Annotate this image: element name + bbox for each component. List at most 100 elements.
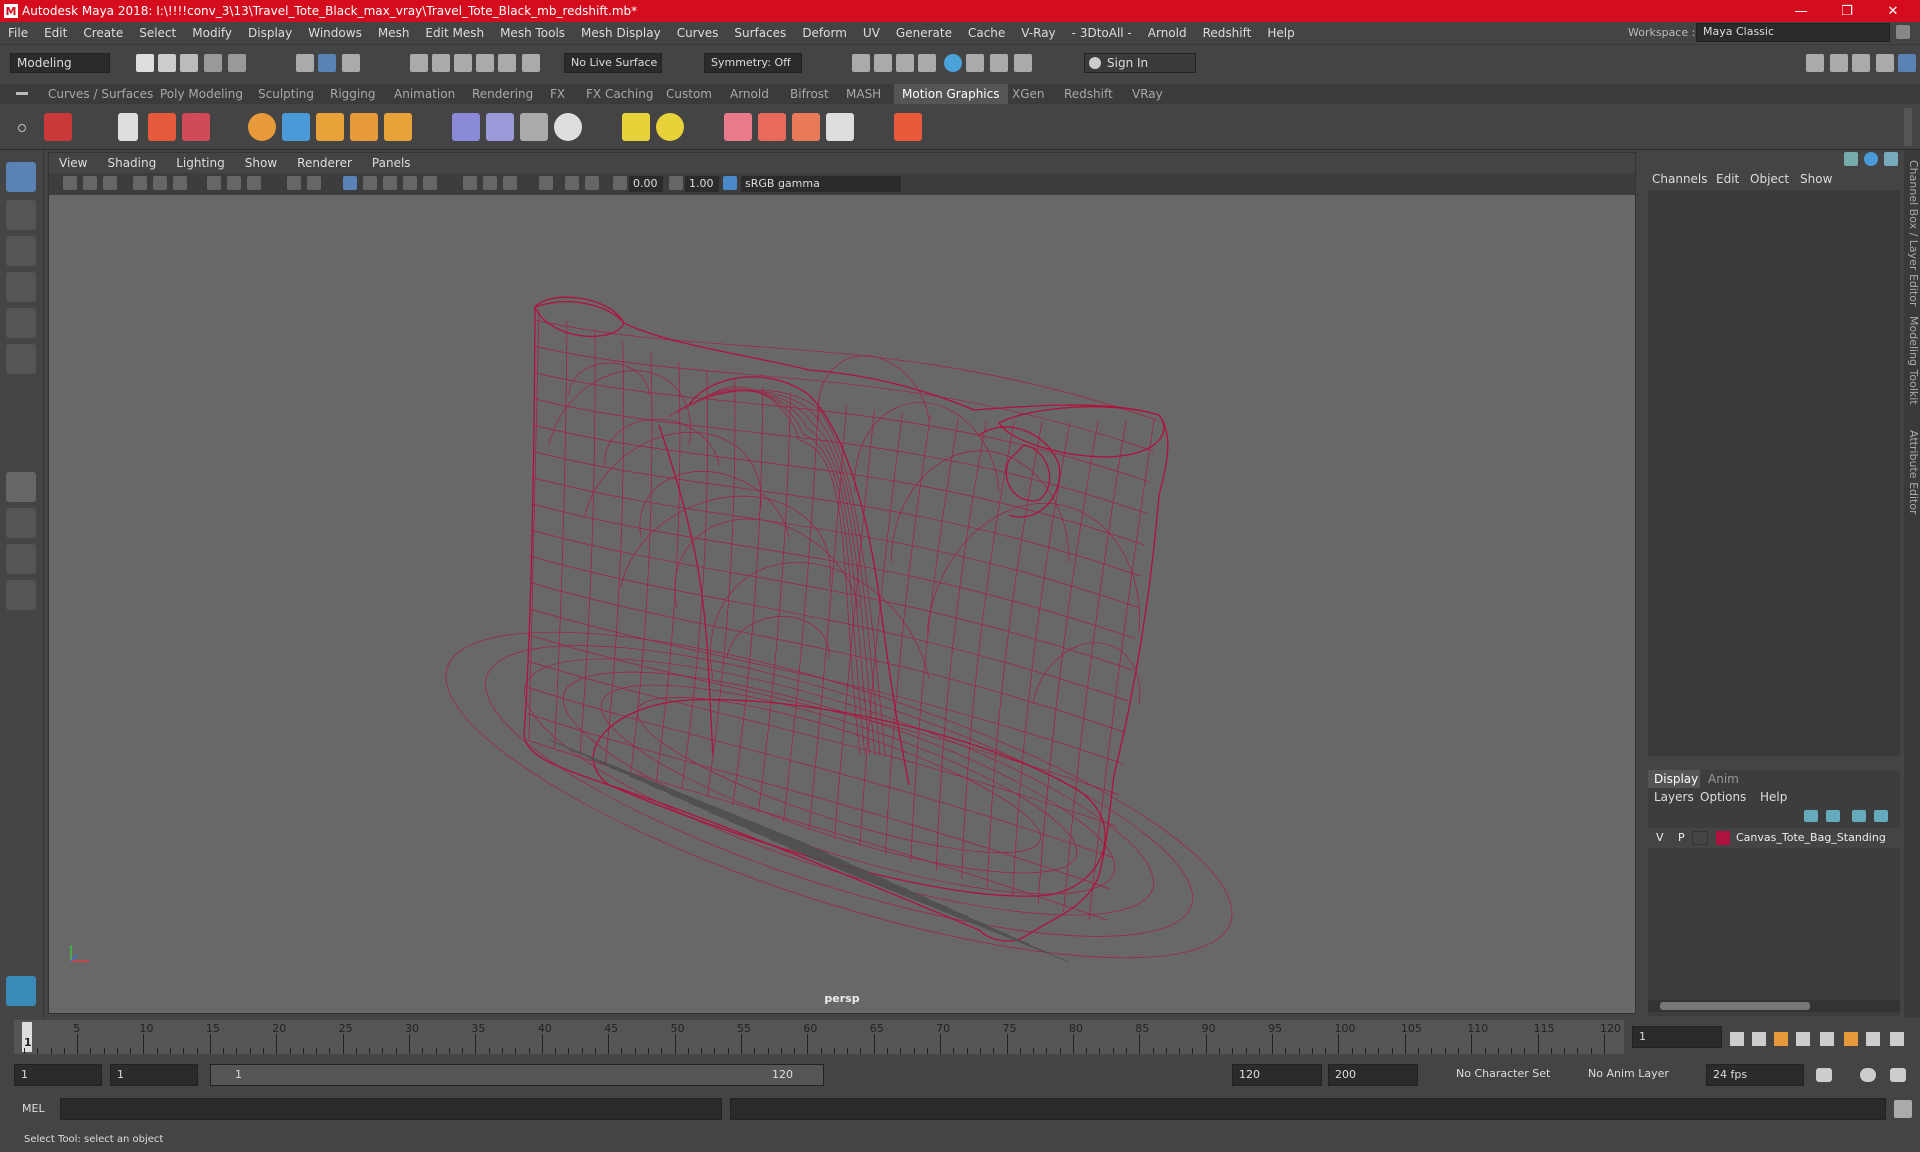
- time-ruler[interactable]: 1 5 10 15 20 25 30 35 40 45 50 55 60 65 70 75 80 85 90 95 1…: [14, 1020, 1624, 1054]
- ambient-occlusion-icon[interactable]: [483, 176, 497, 190]
- menu-redshift[interactable]: Redshift: [1195, 26, 1260, 40]
- side-tab-attribute-editor[interactable]: Attribute Editor: [1904, 430, 1920, 515]
- vp-menu-view[interactable]: View: [49, 156, 97, 170]
- tote-bag-wireframe[interactable]: [49, 195, 1635, 1013]
- tool-settings-icon[interactable]: [1852, 54, 1870, 72]
- image-plane-icon[interactable]: [133, 176, 147, 190]
- isolate-select-icon[interactable]: [539, 176, 553, 190]
- viewport[interactable]: View Shading Lighting Show Renderer Pane…: [48, 152, 1636, 1014]
- snap-surface-icon[interactable]: [498, 54, 516, 72]
- shelf-tab-xgen[interactable]: XGen: [1004, 84, 1053, 104]
- sign-in-button[interactable]: Sign In: [1084, 53, 1196, 73]
- menu-cache[interactable]: Cache: [960, 26, 1013, 40]
- light-icon[interactable]: [656, 113, 684, 141]
- two-d-pan-icon[interactable]: [153, 176, 167, 190]
- shelf-menu-icon[interactable]: [16, 92, 28, 95]
- command-input[interactable]: [60, 1098, 722, 1120]
- vp-menu-lighting[interactable]: Lighting: [166, 156, 235, 170]
- layer-menu-options[interactable]: Options: [1700, 790, 1746, 804]
- grid-icon[interactable]: [207, 176, 221, 190]
- shirt-icon[interactable]: [758, 113, 786, 141]
- render-settings-icon[interactable]: [918, 54, 936, 72]
- vp-menu-renderer[interactable]: Renderer: [287, 156, 362, 170]
- shelf-scroll[interactable]: [1904, 108, 1912, 146]
- mash-world-icon[interactable]: [520, 113, 548, 141]
- auto-key-icon[interactable]: [1860, 1068, 1876, 1082]
- shelf-tab-fx[interactable]: FX: [542, 84, 573, 104]
- sphere-icon[interactable]: [248, 113, 276, 141]
- film-gate-icon[interactable]: [227, 176, 241, 190]
- camera-select-icon[interactable]: [63, 176, 77, 190]
- cb-icon-1[interactable]: [1844, 152, 1858, 166]
- maximize-button[interactable]: ❐: [1824, 0, 1870, 22]
- curve-icon[interactable]: [282, 113, 310, 141]
- paint-select-tool-icon[interactable]: [6, 236, 36, 266]
- wireframe-icon[interactable]: [343, 176, 357, 190]
- svg-icon[interactable]: [350, 113, 378, 141]
- menu-surfaces[interactable]: Surfaces: [726, 26, 794, 40]
- new-layer-icon[interactable]: [1852, 810, 1866, 822]
- text-icon[interactable]: [316, 113, 344, 141]
- gamma-field[interactable]: 1.00: [685, 176, 719, 192]
- snap-pivot-icon[interactable]: [522, 54, 540, 72]
- character-set-dropdown[interactable]: No Character Set: [1450, 1064, 1570, 1086]
- scale-tool-icon[interactable]: [6, 344, 36, 374]
- modeling-toolkit-icon[interactable]: [1806, 54, 1824, 72]
- redo-icon[interactable]: [228, 54, 246, 72]
- menu-generate[interactable]: Generate: [888, 26, 960, 40]
- shelf-tab-motion-graphics[interactable]: Motion Graphics: [894, 84, 1008, 104]
- menu-mesh-tools[interactable]: Mesh Tools: [492, 26, 573, 40]
- layer-reference-toggle[interactable]: [1692, 831, 1708, 845]
- ipr-render-icon[interactable]: [896, 54, 914, 72]
- step-forward-key-icon[interactable]: [1866, 1032, 1880, 1046]
- mash-paint-icon[interactable]: [182, 113, 210, 141]
- hypershade-icon[interactable]: [944, 54, 962, 72]
- menu-deform[interactable]: Deform: [794, 26, 855, 40]
- menu-3dtoall[interactable]: - 3DtoAll -: [1064, 26, 1140, 40]
- menu-curves[interactable]: Curves: [669, 26, 727, 40]
- mash-network-icon[interactable]: [44, 113, 72, 141]
- minimize-button[interactable]: —: [1778, 0, 1824, 22]
- menu-mesh[interactable]: Mesh: [370, 26, 418, 40]
- current-frame-field[interactable]: 1: [1632, 1026, 1722, 1048]
- step-back-key-icon[interactable]: [1752, 1032, 1766, 1046]
- wireframe-on-shaded-icon[interactable]: [383, 176, 397, 190]
- camera-lock-icon[interactable]: [83, 176, 97, 190]
- exposure-icon[interactable]: [613, 176, 627, 190]
- cb-help-icon[interactable]: [1864, 152, 1878, 166]
- playback-end-field[interactable]: 120: [1232, 1064, 1322, 1086]
- menu-vray[interactable]: V-Ray: [1013, 26, 1063, 40]
- shelf-tab-rigging[interactable]: Rigging: [322, 84, 383, 104]
- layer-row[interactable]: V P Canvas_Tote_Bag_Standing: [1648, 828, 1900, 848]
- menu-create[interactable]: Create: [75, 26, 131, 40]
- cb-tab-channels[interactable]: Channels: [1652, 172, 1708, 186]
- start-time-field[interactable]: 1: [14, 1064, 102, 1086]
- resolution-gate-icon[interactable]: [247, 176, 261, 190]
- layer-menu-help[interactable]: Help: [1760, 790, 1787, 804]
- shelf-tab-poly-modeling[interactable]: Poly Modeling: [152, 84, 251, 104]
- cb-tab-show[interactable]: Show: [1800, 172, 1832, 186]
- shelf-tab-vray[interactable]: VRay: [1124, 84, 1171, 104]
- shelf-tab-rendering[interactable]: Rendering: [464, 84, 541, 104]
- attribute-editor-icon[interactable]: [1830, 54, 1848, 72]
- play-forward-icon[interactable]: [1820, 1032, 1834, 1046]
- menu-display[interactable]: Display: [240, 26, 300, 40]
- shelf-tab-bifrost[interactable]: Bifrost: [782, 84, 837, 104]
- particle-icon[interactable]: [724, 113, 752, 141]
- menu-edit[interactable]: Edit: [36, 26, 75, 40]
- motion-blur-icon[interactable]: [503, 176, 517, 190]
- rotate-tool-icon[interactable]: [6, 308, 36, 338]
- cloth-icon[interactable]: [792, 113, 820, 141]
- single-view-icon[interactable]: [6, 472, 36, 502]
- grease-pencil-icon[interactable]: [173, 176, 187, 190]
- step-forward-frame-icon[interactable]: [1844, 1032, 1858, 1046]
- shelf-tab-mash[interactable]: MASH: [838, 84, 889, 104]
- channel-box-icon[interactable]: [1898, 54, 1916, 72]
- layer-color-swatch[interactable]: [1716, 831, 1730, 845]
- cb-tab-object[interactable]: Object: [1750, 172, 1789, 186]
- end-time-field[interactable]: 200: [1328, 1064, 1418, 1086]
- shelf-tab-curves-surfaces[interactable]: Curves / Surfaces: [40, 84, 161, 104]
- four-view-icon[interactable]: [6, 508, 36, 538]
- color-space-dropdown[interactable]: sRGB gamma: [741, 176, 901, 192]
- fps-dropdown[interactable]: 24 fps: [1706, 1064, 1804, 1086]
